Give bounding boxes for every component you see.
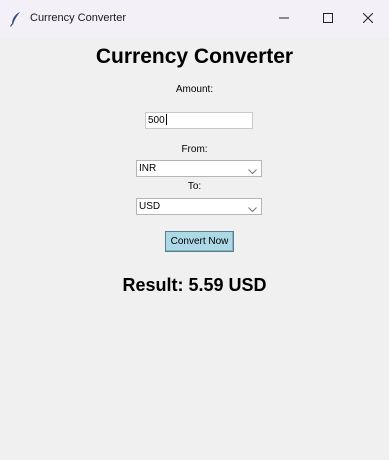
text-caret [165, 114, 167, 125]
close-icon [362, 10, 374, 28]
amount-value: 500 [148, 115, 165, 126]
title-bar[interactable]: Currency Converter [0, 0, 389, 38]
amount-input[interactable]: 500 [145, 112, 253, 129]
amount-label: Amount: [175, 84, 214, 95]
minimize-icon [279, 10, 289, 28]
result-text: Result: 5.59 USD [122, 275, 267, 295]
feather-icon [9, 11, 23, 27]
convert-button[interactable]: Convert Now [165, 231, 234, 252]
close-button[interactable] [346, 0, 389, 38]
to-currency-value: USD [139, 201, 161, 212]
maximize-icon [323, 10, 333, 28]
window-title: Currency Converter [30, 12, 126, 24]
chevron-down-icon [248, 165, 257, 175]
from-currency-select[interactable]: INR [136, 160, 262, 177]
from-label: From: [181, 144, 208, 155]
to-currency-select[interactable]: USD [136, 198, 262, 215]
page-title: Currency Converter [95, 45, 294, 68]
from-currency-value: INR [139, 163, 157, 174]
to-label: To: [187, 181, 202, 192]
minimize-button[interactable] [262, 0, 306, 38]
converter-form: Currency Converter Amount: 500 From: INR… [0, 38, 389, 460]
app-window: Currency Converter Currency Converter Am… [0, 0, 389, 460]
maximize-button[interactable] [306, 0, 350, 38]
chevron-down-icon [248, 203, 257, 213]
